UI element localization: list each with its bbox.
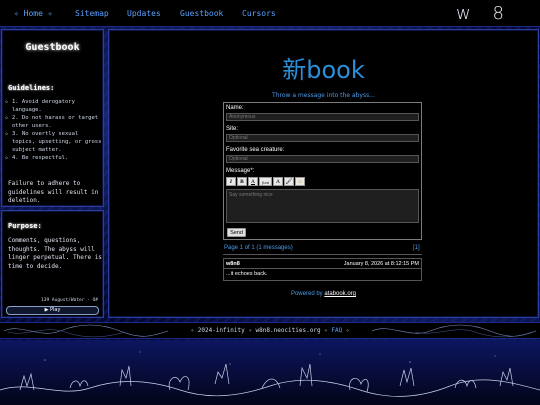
bullet-icon: ◇ bbox=[5, 115, 9, 121]
footer-text: ✧ 2024-infinity ✧ w8n8.neocities.org ✧ F… bbox=[0, 327, 540, 334]
top-nav: ✧ Home ✧ Sitemap Updates Guestbook Curso… bbox=[0, 0, 540, 45]
site-label: Site: bbox=[226, 126, 239, 132]
powered-by: Powered by atabook.org bbox=[108, 291, 539, 297]
nav-guestbook-link[interactable]: Guestbook bbox=[180, 9, 223, 18]
emoji-icon[interactable]: ☺ bbox=[295, 177, 305, 186]
italic-button[interactable]: I bbox=[226, 177, 236, 186]
sidebar-title: Guestbook bbox=[25, 42, 80, 53]
message-label: Message*: bbox=[226, 168, 255, 174]
nav-home-link[interactable]: ✧ Home ✧ bbox=[14, 9, 53, 18]
atabook-link[interactable]: atabook.org bbox=[324, 291, 356, 297]
site-input[interactable]: Optional bbox=[226, 134, 419, 142]
powered-by-prefix: Powered by bbox=[290, 291, 325, 297]
guidelines-heading: Guidelines: bbox=[8, 84, 55, 92]
font-button[interactable]: font bbox=[259, 177, 272, 186]
music-track-label: 139 August/Water - O# bbox=[41, 298, 98, 303]
guestbook-title: 新book bbox=[282, 56, 365, 84]
name-label: Name: bbox=[226, 105, 244, 111]
creature-label: Favorite sea creature: bbox=[226, 147, 285, 153]
guidelines-warning: Failure to adhere to guidelines will res… bbox=[8, 180, 99, 204]
brush-icon[interactable]: 🖌 bbox=[284, 177, 294, 186]
guideline-item: ◇ 3. No overtly sexual topics, upsetting,… bbox=[5, 131, 102, 153]
faq-link[interactable]: FAQ bbox=[331, 327, 342, 334]
bullet-icon: ◇ bbox=[5, 131, 9, 137]
footer-end: ✧ bbox=[342, 327, 350, 334]
creature-input[interactable]: Optional bbox=[226, 155, 419, 163]
entry-body: ...it echoes back. bbox=[226, 271, 268, 277]
underline-button[interactable]: A bbox=[248, 177, 258, 186]
nav-cursors-link[interactable]: Cursors bbox=[242, 9, 276, 18]
footer-bar: ✧ 2024-infinity ✧ w8n8.neocities.org ✧ F… bbox=[0, 322, 540, 339]
bullet-icon: ◇ bbox=[5, 155, 9, 161]
purpose-heading: Purpose: bbox=[8, 222, 42, 230]
nav-updates-link[interactable]: Updates bbox=[127, 9, 161, 18]
guidelines-list: ◇ 1. Avoid derogatory language. ◇ 2. Do no… bbox=[5, 98, 103, 162]
guideline-item: ◇ 2. Do not harass or target other users. bbox=[5, 115, 99, 129]
entry-header: w8n8 January 8, 2026 at 8:12:15 PM bbox=[224, 259, 421, 269]
pager-text: Page 1 of 1 (1 messages) bbox=[224, 245, 293, 251]
guestbook-form: Name: Anonymous Site: Optional Favorite … bbox=[223, 102, 422, 240]
bold-button[interactable]: B bbox=[237, 177, 247, 186]
guideline-item: ◇ 1. Avoid derogatory language. bbox=[5, 99, 75, 113]
guestbook-subtitle: Throw a message into the abyss... bbox=[272, 92, 375, 99]
send-button[interactable]: Send bbox=[227, 228, 246, 237]
seabed-scene-illustration bbox=[0, 340, 540, 405]
text-color-button[interactable]: A bbox=[273, 177, 283, 186]
name-input[interactable]: Anonymous bbox=[226, 113, 419, 121]
music-play-button[interactable]: ▶ Play bbox=[6, 306, 99, 315]
format-toolbar: I B A font A 🖌 ☺ bbox=[226, 177, 305, 186]
guestbook-entry: w8n8 January 8, 2026 at 8:12:15 PM ...it… bbox=[223, 258, 422, 281]
pager-divider bbox=[223, 254, 422, 255]
nav-sitemap-link[interactable]: Sitemap bbox=[75, 9, 109, 18]
purpose-text: Comments, questions, thoughts. The abyss… bbox=[8, 237, 102, 270]
entry-date: January 8, 2026 at 8:12:15 PM bbox=[343, 261, 419, 267]
entry-author: w8n8 bbox=[226, 261, 240, 267]
footer-copyright: ✧ 2024-infinity ✧ w8n8.neocities.org ✧ bbox=[190, 327, 332, 334]
pager-page-link[interactable]: [1] bbox=[413, 245, 420, 251]
guideline-item: ◇ 4. Be respectful. bbox=[5, 155, 69, 161]
sidebar-guidelines-panel: Guestbook Guidelines: ◇ 1. Avoid derogato… bbox=[1, 29, 104, 207]
message-textarea[interactable]: Say something nice bbox=[226, 189, 419, 223]
bullet-icon: ◇ bbox=[5, 99, 9, 105]
